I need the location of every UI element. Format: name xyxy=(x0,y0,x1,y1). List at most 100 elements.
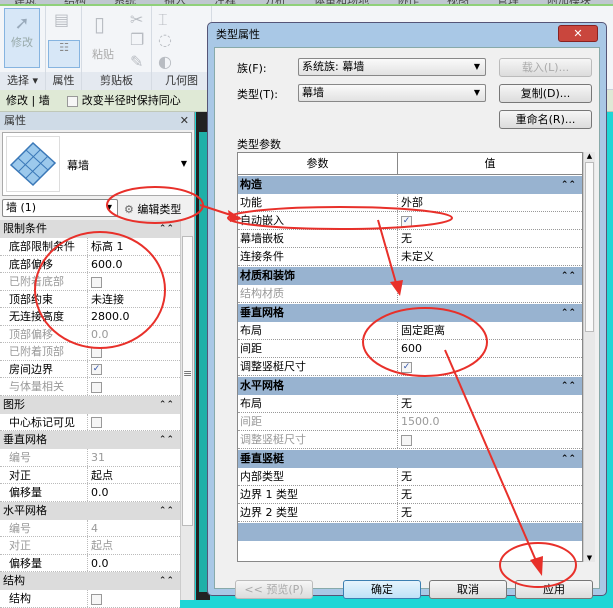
parameter-value[interactable]: 无 xyxy=(398,486,582,503)
section-header[interactable]: 限制条件 ⌃⌃ xyxy=(0,220,180,238)
property-name: 结构 xyxy=(0,590,88,607)
parameter-value[interactable]: 1500.0 xyxy=(398,413,582,430)
parameter-value[interactable] xyxy=(398,285,582,302)
property-value[interactable] xyxy=(88,273,180,290)
parameter-value[interactable] xyxy=(398,431,582,448)
section-header[interactable]: 垂直网格 ⌃⌃ xyxy=(0,431,180,449)
property-value[interactable] xyxy=(88,414,180,431)
parameter-row: 结构材质 xyxy=(238,285,582,303)
cope-icon[interactable]: ◌ xyxy=(158,30,172,49)
checkbox[interactable] xyxy=(91,381,102,393)
clipboard-group: ▯ 粘贴 ✂ ❐ ✎ 剪贴板 xyxy=(82,6,152,90)
property-value[interactable]: 0.0 xyxy=(88,484,180,501)
property-row: 底部偏移 600.0 xyxy=(0,255,180,273)
checkbox[interactable] xyxy=(91,417,102,428)
parameter-value[interactable]: 无 xyxy=(398,230,582,247)
parameter-row: 边界 1 类型无 xyxy=(238,486,582,504)
duplicate-button[interactable]: 复制(D)... xyxy=(499,84,592,103)
property-name: 顶部约束 xyxy=(0,290,88,307)
grid-section-header[interactable]: 垂直网格 ⌃⌃ xyxy=(238,304,582,322)
type-dropdown[interactable]: 幕墙 ▼ xyxy=(298,84,486,102)
parameter-value[interactable]: 固定距离 xyxy=(398,322,582,339)
property-row: 已附着底部 xyxy=(0,273,180,291)
grid-section-header[interactable]: 水平网格 ⌃⌃ xyxy=(238,377,582,395)
property-value[interactable] xyxy=(88,343,180,360)
property-value[interactable]: 4 xyxy=(88,520,180,537)
property-value[interactable]: ✓ xyxy=(88,361,180,378)
parameter-value[interactable]: ✓ xyxy=(398,358,582,375)
parameter-value[interactable]: 无 xyxy=(398,395,582,412)
property-value[interactable]: 标高 1 xyxy=(88,238,180,255)
checkbox[interactable]: ✓ xyxy=(401,215,412,227)
property-name: 底部限制条件 xyxy=(0,238,88,255)
parameter-value[interactable]: ✓ xyxy=(398,212,582,229)
property-row: 编号 4 xyxy=(0,519,180,537)
rename-button[interactable]: 重命名(R)... xyxy=(499,110,592,129)
column-header-value[interactable]: 值 xyxy=(398,153,582,174)
property-value[interactable] xyxy=(88,378,180,395)
ok-button[interactable]: 确定 xyxy=(343,580,421,599)
close-icon[interactable]: ✕ xyxy=(180,112,189,130)
checkbox[interactable]: ✓ xyxy=(91,364,102,375)
checkbox[interactable] xyxy=(401,434,412,446)
section-header[interactable]: 结构 ⌃⌃ xyxy=(0,572,180,590)
section-header[interactable]: 图形 ⌃⌃ xyxy=(0,395,180,414)
parameter-value[interactable]: 无 xyxy=(398,504,582,521)
apply-button[interactable]: 应用 xyxy=(515,580,593,599)
property-value[interactable]: 31 xyxy=(88,449,180,466)
grid-section-header[interactable]: 材质和装饰 ⌃⌃ xyxy=(238,267,582,285)
property-value[interactable]: 未连接 xyxy=(88,291,180,308)
parameter-value[interactable]: 无 xyxy=(398,468,582,485)
load-button[interactable]: 载入(L)... xyxy=(499,58,592,77)
cancel-button[interactable]: 取消 xyxy=(429,580,507,599)
keep-concentric-checkbox[interactable]: 改变半径时保持同心 xyxy=(67,94,181,107)
edit-type-button[interactable]: ⚙ 编辑类型 xyxy=(124,201,181,217)
property-value[interactable]: 600.0 xyxy=(88,256,180,273)
grid-scrollbar[interactable]: ▲ ▼ xyxy=(583,152,595,562)
type-selector[interactable]: 幕墙 ▼ xyxy=(2,132,192,196)
type-properties-icon[interactable]: ▤ xyxy=(54,10,69,29)
paste-label: 粘贴 xyxy=(92,48,114,61)
copy-icon[interactable]: ❐ xyxy=(130,30,144,49)
join-icon[interactable]: ⌶ xyxy=(158,10,168,30)
grid-section-header[interactable]: 垂直竖梃 ⌃⌃ xyxy=(238,450,582,468)
checkbox[interactable]: ✓ xyxy=(401,361,412,373)
checkbox[interactable] xyxy=(91,346,102,358)
modify-button[interactable]: ➚ 修改 xyxy=(4,8,40,68)
instance-filter-dropdown[interactable]: 墙 (1) ▼ xyxy=(2,199,118,217)
property-value[interactable]: 0.0 xyxy=(88,326,180,343)
preview-button[interactable]: << 预览(P) xyxy=(235,580,313,599)
context-label: 修改 | 墙 xyxy=(6,94,50,107)
property-row: 偏移量 0.0 xyxy=(0,484,180,502)
parameter-row: 内部类型无 xyxy=(238,468,582,486)
parameter-name: 调整竖梃尺寸 xyxy=(238,431,398,448)
family-dropdown[interactable]: 系统族: 幕墙 ▼ xyxy=(298,58,486,76)
column-header-parameter[interactable]: 参数 xyxy=(238,153,398,174)
property-value[interactable]: 起点 xyxy=(88,537,180,554)
match-icon[interactable]: ✎ xyxy=(130,52,143,71)
property-row: 与体量相关 xyxy=(0,378,180,396)
properties-scrollbar[interactable]: ≡ xyxy=(180,220,194,600)
close-button[interactable]: ✕ xyxy=(558,25,598,42)
parameter-value[interactable]: 外部 xyxy=(398,194,582,211)
property-value[interactable]: 起点 xyxy=(88,467,180,484)
parameter-value[interactable]: 未定义 xyxy=(398,248,582,265)
property-name: 对正 xyxy=(0,537,88,554)
cut-icon[interactable]: ✂ xyxy=(130,10,143,29)
parameter-value[interactable]: 600 xyxy=(398,340,582,357)
checkbox[interactable] xyxy=(91,276,102,288)
property-row: 对正 起点 xyxy=(0,466,180,484)
parameter-row: 自动嵌入 ✓ xyxy=(238,212,582,230)
paste-icon[interactable]: ▯ xyxy=(94,12,105,36)
property-value[interactable] xyxy=(88,590,180,607)
cut-geometry-icon[interactable]: ◐ xyxy=(158,52,172,71)
property-value[interactable]: 0.0 xyxy=(88,555,180,572)
property-value[interactable]: 2800.0 xyxy=(88,308,180,325)
checkbox[interactable] xyxy=(91,593,102,605)
select-dropdown[interactable]: 选择 ▾ xyxy=(0,72,45,90)
grid-section-header[interactable]: 构造 ⌃⌃ xyxy=(238,176,582,194)
geometry-group-label: 几何图 xyxy=(152,72,211,90)
property-row: 偏移量 0.0 xyxy=(0,554,180,572)
section-header[interactable]: 水平网格 ⌃⌃ xyxy=(0,501,180,520)
properties-button[interactable]: ☷ xyxy=(48,40,80,68)
